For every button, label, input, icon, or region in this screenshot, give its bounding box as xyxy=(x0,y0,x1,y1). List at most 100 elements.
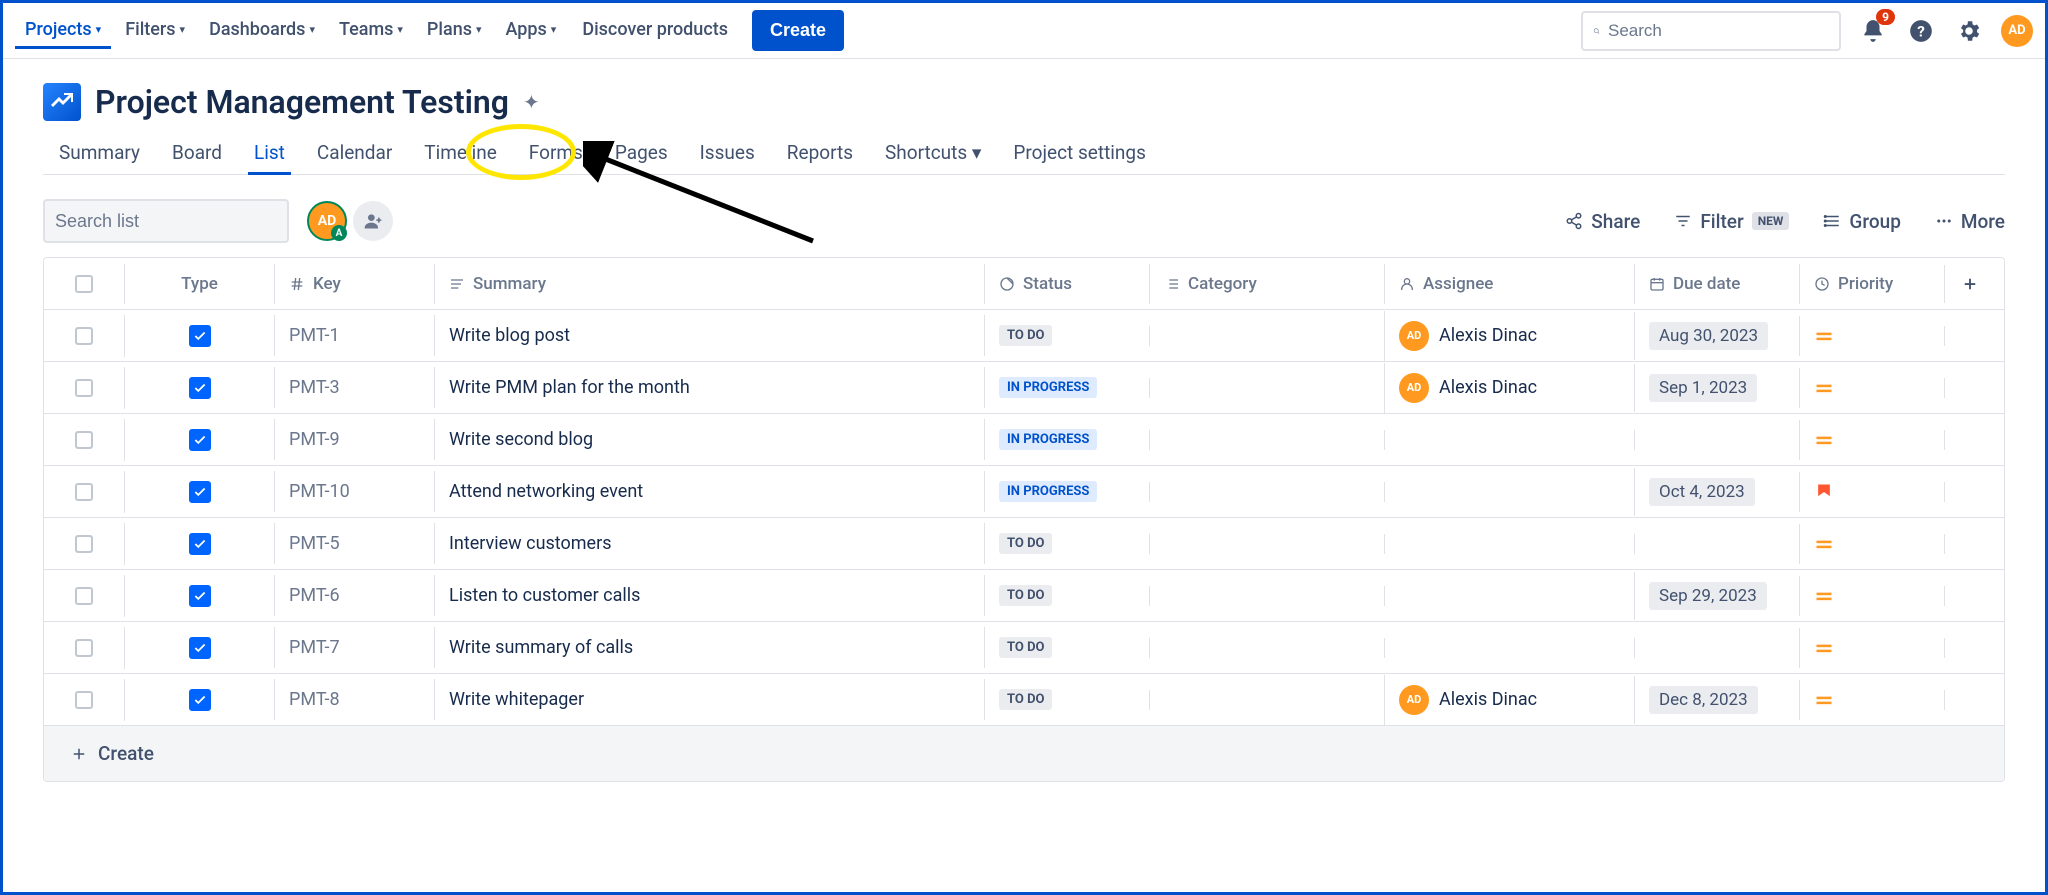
notifications-button[interactable]: 9 xyxy=(1857,15,1889,47)
more-button[interactable]: More xyxy=(1935,210,2005,233)
nav-item-projects[interactable]: Projects▾ xyxy=(15,13,111,49)
row-due[interactable]: Dec 8, 2023 xyxy=(1634,676,1799,724)
nav-item-plans[interactable]: Plans▾ xyxy=(417,13,492,49)
row-category[interactable] xyxy=(1149,326,1384,346)
row-assignee[interactable] xyxy=(1384,534,1634,554)
row-summary[interactable]: Write whitepager xyxy=(434,679,984,720)
row-category[interactable] xyxy=(1149,378,1384,398)
row-assignee[interactable] xyxy=(1384,482,1634,502)
row-key[interactable]: PMT-8 xyxy=(274,679,434,720)
row-due[interactable] xyxy=(1634,534,1799,554)
table-row[interactable]: PMT-9Write second blogIN PROGRESS xyxy=(44,414,2004,466)
row-summary[interactable]: Attend networking event xyxy=(434,471,984,512)
table-row[interactable]: PMT-6Listen to customer callsTO DO Sep 29… xyxy=(44,570,2004,622)
row-priority[interactable] xyxy=(1799,628,1944,668)
row-type[interactable] xyxy=(124,523,274,565)
nav-item-filters[interactable]: Filters▾ xyxy=(115,13,195,49)
row-assignee[interactable] xyxy=(1384,430,1634,450)
row-category[interactable] xyxy=(1149,430,1384,450)
row-status[interactable]: TO DO xyxy=(984,575,1149,616)
row-key[interactable]: PMT-9 xyxy=(274,419,434,460)
row-priority[interactable] xyxy=(1799,524,1944,564)
row-due[interactable]: Aug 30, 2023 xyxy=(1634,312,1799,360)
row-due[interactable]: Oct 4, 2023 xyxy=(1634,468,1799,516)
add-column-button[interactable] xyxy=(1944,265,1994,303)
col-key[interactable]: Key xyxy=(274,264,434,304)
tab-pages[interactable]: Pages xyxy=(599,131,684,174)
row-checkbox[interactable] xyxy=(44,317,124,355)
add-person-button[interactable] xyxy=(353,201,393,241)
tab-issues[interactable]: Issues xyxy=(684,131,771,174)
row-assignee[interactable]: ADAlexis Dinac xyxy=(1384,311,1634,361)
row-summary[interactable]: Write summary of calls xyxy=(434,627,984,668)
nav-item-apps[interactable]: Apps▾ xyxy=(496,13,567,49)
tab-project-settings[interactable]: Project settings xyxy=(997,131,1161,174)
row-due[interactable]: Sep 29, 2023 xyxy=(1634,572,1799,620)
create-issue-row[interactable]: Create xyxy=(44,726,2004,781)
share-button[interactable]: Share xyxy=(1565,210,1640,233)
global-search-input[interactable] xyxy=(1608,21,1829,41)
tab-forms[interactable]: Forms xyxy=(513,131,599,174)
list-search-input[interactable] xyxy=(55,211,287,232)
row-status[interactable]: IN PROGRESS xyxy=(984,367,1149,408)
user-avatar[interactable]: AD xyxy=(2001,15,2033,47)
tab-shortcuts[interactable]: Shortcuts ▾ xyxy=(869,131,997,174)
tab-summary[interactable]: Summary xyxy=(43,131,156,174)
row-key[interactable]: PMT-7 xyxy=(274,627,434,668)
row-summary[interactable]: Write blog post xyxy=(434,315,984,356)
row-type[interactable] xyxy=(124,471,274,513)
row-type[interactable] xyxy=(124,367,274,409)
row-key[interactable]: PMT-10 xyxy=(274,471,434,512)
row-summary[interactable]: Listen to customer calls xyxy=(434,575,984,616)
col-category[interactable]: Category xyxy=(1149,264,1384,304)
row-priority[interactable] xyxy=(1799,576,1944,616)
table-row[interactable]: PMT-7Write summary of callsTO DO xyxy=(44,622,2004,674)
row-summary[interactable]: Interview customers xyxy=(434,523,984,564)
table-row[interactable]: PMT-1Write blog postTO DOADAlexis DinacA… xyxy=(44,310,2004,362)
row-assignee[interactable] xyxy=(1384,586,1634,606)
row-assignee[interactable] xyxy=(1384,638,1634,658)
row-status[interactable]: IN PROGRESS xyxy=(984,471,1149,512)
row-key[interactable]: PMT-5 xyxy=(274,523,434,564)
row-due[interactable]: Sep 1, 2023 xyxy=(1634,364,1799,412)
row-category[interactable] xyxy=(1149,638,1384,658)
row-summary[interactable]: Write second blog xyxy=(434,419,984,460)
row-type[interactable] xyxy=(124,315,274,357)
row-type[interactable] xyxy=(124,679,274,721)
tab-timeline[interactable]: Timeline xyxy=(408,131,513,174)
row-status[interactable]: TO DO xyxy=(984,679,1149,720)
tab-list[interactable]: List xyxy=(238,131,301,174)
row-priority[interactable] xyxy=(1799,368,1944,408)
col-assignee[interactable]: Assignee xyxy=(1384,264,1634,304)
row-due[interactable] xyxy=(1634,430,1799,450)
tab-reports[interactable]: Reports xyxy=(771,131,869,174)
table-row[interactable]: PMT-8Write whitepagerTO DO ADAlexis Dinac… xyxy=(44,674,2004,726)
person-avatar[interactable]: AD A xyxy=(307,201,347,241)
row-checkbox[interactable] xyxy=(44,525,124,563)
row-status[interactable]: TO DO xyxy=(984,523,1149,564)
row-checkbox[interactable] xyxy=(44,421,124,459)
row-due[interactable] xyxy=(1634,638,1799,658)
row-checkbox[interactable] xyxy=(44,629,124,667)
sparkle-icon[interactable]: ✦ xyxy=(523,90,540,114)
row-checkbox[interactable] xyxy=(44,577,124,615)
col-status[interactable]: Status xyxy=(984,264,1149,304)
row-status[interactable]: TO DO xyxy=(984,627,1149,668)
filter-button[interactable]: Filter NEW xyxy=(1674,210,1789,233)
table-row[interactable]: PMT-3Write PMM plan for the monthIN PROG… xyxy=(44,362,2004,414)
create-button[interactable]: Create xyxy=(752,10,844,51)
table-row[interactable]: PMT-10Attend networking eventIN PROGRESS… xyxy=(44,466,2004,518)
row-priority[interactable] xyxy=(1799,472,1944,512)
row-summary[interactable]: Write PMM plan for the month xyxy=(434,367,984,408)
row-assignee[interactable]: ADAlexis Dinac xyxy=(1384,363,1634,413)
row-category[interactable] xyxy=(1149,586,1384,606)
col-summary[interactable]: Summary xyxy=(434,264,984,304)
row-assignee[interactable]: ADAlexis Dinac xyxy=(1384,675,1634,725)
row-category[interactable] xyxy=(1149,482,1384,502)
row-type[interactable] xyxy=(124,419,274,461)
row-key[interactable]: PMT-6 xyxy=(274,575,434,616)
row-status[interactable]: IN PROGRESS xyxy=(984,419,1149,460)
help-button[interactable]: ? xyxy=(1905,15,1937,47)
row-type[interactable] xyxy=(124,627,274,669)
tab-calendar[interactable]: Calendar xyxy=(301,131,408,174)
